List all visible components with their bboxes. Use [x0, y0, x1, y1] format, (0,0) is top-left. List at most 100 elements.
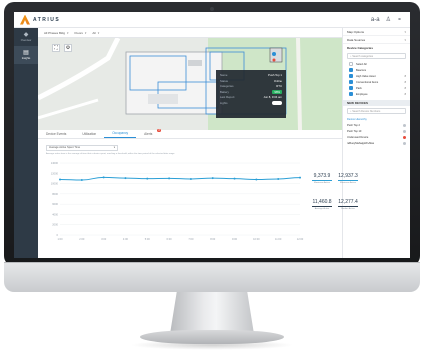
top-bar: ATRIUS a-a ♙ ⚬ — [14, 12, 410, 28]
stat-card: 12,277.4 Median Active — [336, 199, 360, 223]
tab-device-events[interactable]: Device Events — [38, 129, 74, 138]
tab-label: Alerts — [144, 132, 153, 136]
x-tick-label: 5:00 — [145, 237, 151, 241]
y-tick-label: 14000 — [51, 161, 59, 165]
categories-search-input[interactable]: ⌕ Search categories — [347, 53, 406, 59]
x-tick-label: 11:00 — [275, 237, 282, 241]
settings-icon[interactable]: ⚬ — [397, 16, 402, 23]
nav-label: Insights — [21, 57, 31, 60]
stat-value: 9,373.9 — [313, 173, 331, 179]
category-count: 8 — [404, 80, 406, 84]
x-tick-label: 8:00 — [210, 237, 216, 241]
nav-item-insights[interactable]: ▤ Insights — [14, 46, 38, 64]
popup-value: Online — [273, 78, 282, 83]
stat-underline — [338, 206, 358, 207]
data-point[interactable] — [255, 178, 258, 181]
y-tick-label: 0 — [57, 233, 59, 237]
stat-label: Maximum Active — [340, 182, 356, 184]
logo-icon — [20, 14, 30, 25]
category-label: High Value Asset — [356, 74, 376, 78]
stat-card: 11,460.8 Average Active — [310, 199, 334, 223]
popup-key: Battery — [220, 89, 229, 94]
category-label: Conventional Items — [356, 80, 379, 84]
category-count: 8 — [404, 74, 406, 78]
checkbox[interactable] — [349, 80, 353, 84]
category-item[interactable]: Employee 8 — [343, 91, 410, 97]
category-count: 8 — [404, 86, 406, 90]
devices-search-input[interactable]: ⌕ Search Device Numbers — [347, 108, 406, 114]
device-item[interactable]: reBuoyMahaqpiW+Mas — [343, 140, 410, 146]
right-panel: Map Options ▾ Data Sources ▾ Device Catego… — [342, 28, 410, 258]
checkbox[interactable] — [349, 92, 353, 96]
status-dot — [403, 135, 406, 139]
checkbox[interactable] — [349, 62, 353, 66]
row-label: Map Options — [347, 29, 365, 34]
x-tick-label: 1:00 — [57, 237, 63, 241]
tab-occupancy[interactable]: Occupancy — [104, 129, 137, 138]
language-icon[interactable]: a-a — [371, 17, 380, 23]
data-point[interactable] — [189, 177, 192, 180]
x-tick-label: 6:00 — [167, 237, 173, 241]
checkbox[interactable] — [349, 68, 353, 72]
device-popup: Name Push Top 1 Status Online Categories RT… — [216, 70, 286, 118]
stat-underline — [338, 180, 358, 181]
data-point[interactable] — [168, 177, 171, 180]
data-point[interactable] — [146, 177, 149, 180]
zone-selector[interactable]: All — [92, 31, 95, 35]
stat-value: 11,460.8 — [312, 199, 332, 205]
tab-alerts[interactable]: Alerts 8 — [136, 129, 162, 138]
tab-utilization[interactable]: Utilization — [74, 129, 104, 138]
nav-label: Overview — [20, 39, 32, 42]
stat-underline — [312, 180, 332, 181]
webcam — [210, 7, 214, 11]
x-tick-label: 2:00 — [79, 237, 85, 241]
x-tick-label: 4:00 — [123, 237, 129, 241]
search-placeholder: Search Device Numbers — [352, 109, 381, 113]
device-label: Device Hierarchy — [347, 117, 367, 121]
category-label: Beacons — [356, 68, 367, 72]
metric-select[interactable]: Average Active Spent Time ▾ — [46, 145, 118, 151]
device-label: Underused Device — [347, 135, 369, 139]
checkbox[interactable] — [349, 86, 353, 90]
lights-toggle[interactable] — [272, 100, 282, 105]
data-point[interactable] — [80, 178, 83, 181]
data-point[interactable] — [124, 177, 127, 180]
line-chart: 14000 12000 10000 8000 6000 4000 2000 01:00 2:00… — [51, 161, 304, 241]
monitor-chin — [4, 262, 420, 292]
popup-key: Categories — [220, 84, 234, 89]
metric-select-value: Average Active Spent Time — [49, 146, 81, 149]
stat-label: Maximum Active — [314, 182, 330, 184]
stat-card: 12,937.3 Maximum Active — [336, 173, 360, 197]
data-point[interactable] — [102, 176, 105, 179]
floor-selector[interactable]: Floors — [75, 31, 83, 35]
tab-label: Occupancy — [112, 131, 129, 135]
fullscreen-icon[interactable]: ⛶ — [52, 44, 60, 52]
data-sources-row[interactable]: Data Sources ▾ — [343, 36, 410, 44]
checkbox[interactable] — [349, 74, 353, 78]
user-icon[interactable]: ♙ — [386, 16, 391, 23]
data-point[interactable] — [233, 177, 236, 180]
x-tick-label: 10:00 — [253, 237, 260, 241]
left-navigation: ◆ Overview ▤ Insights — [14, 28, 38, 258]
popup-key: Status — [220, 78, 228, 83]
stat-card: 9,373.9 Maximum Active — [310, 173, 334, 197]
chevron-down-icon: ▾ — [67, 30, 69, 35]
stat-label: Average Active — [314, 208, 330, 210]
site-selector[interactable]: All Phases Bldg — [44, 31, 65, 35]
chart-panel: 14000 12000 10000 8000 6000 4000 2000 0 1:00 2:00… — [38, 139, 358, 258]
data-point[interactable] — [299, 176, 301, 179]
chart-note: Average active time is the average of ti… — [46, 153, 175, 155]
data-point[interactable] — [59, 178, 61, 181]
overview-icon: ◆ — [23, 32, 29, 38]
y-tick-label: 10000 — [51, 182, 59, 186]
data-point[interactable] — [211, 177, 214, 180]
tab-label: Device Events — [46, 132, 67, 136]
gear-icon[interactable]: ⚙ — [64, 44, 72, 52]
map-options-row[interactable]: Map Options ▾ — [343, 28, 410, 36]
app-logo-text: ATRIUS — [33, 16, 61, 23]
popup-key: Lights — [220, 100, 228, 105]
floor-map[interactable]: ⛶ ⚙ Name Push Top 1 Status Online Categori… — [38, 38, 342, 130]
data-point[interactable] — [277, 177, 280, 180]
x-tick-label: 3:00 — [101, 237, 107, 241]
nav-item-overview[interactable]: ◆ Overview — [14, 28, 38, 46]
